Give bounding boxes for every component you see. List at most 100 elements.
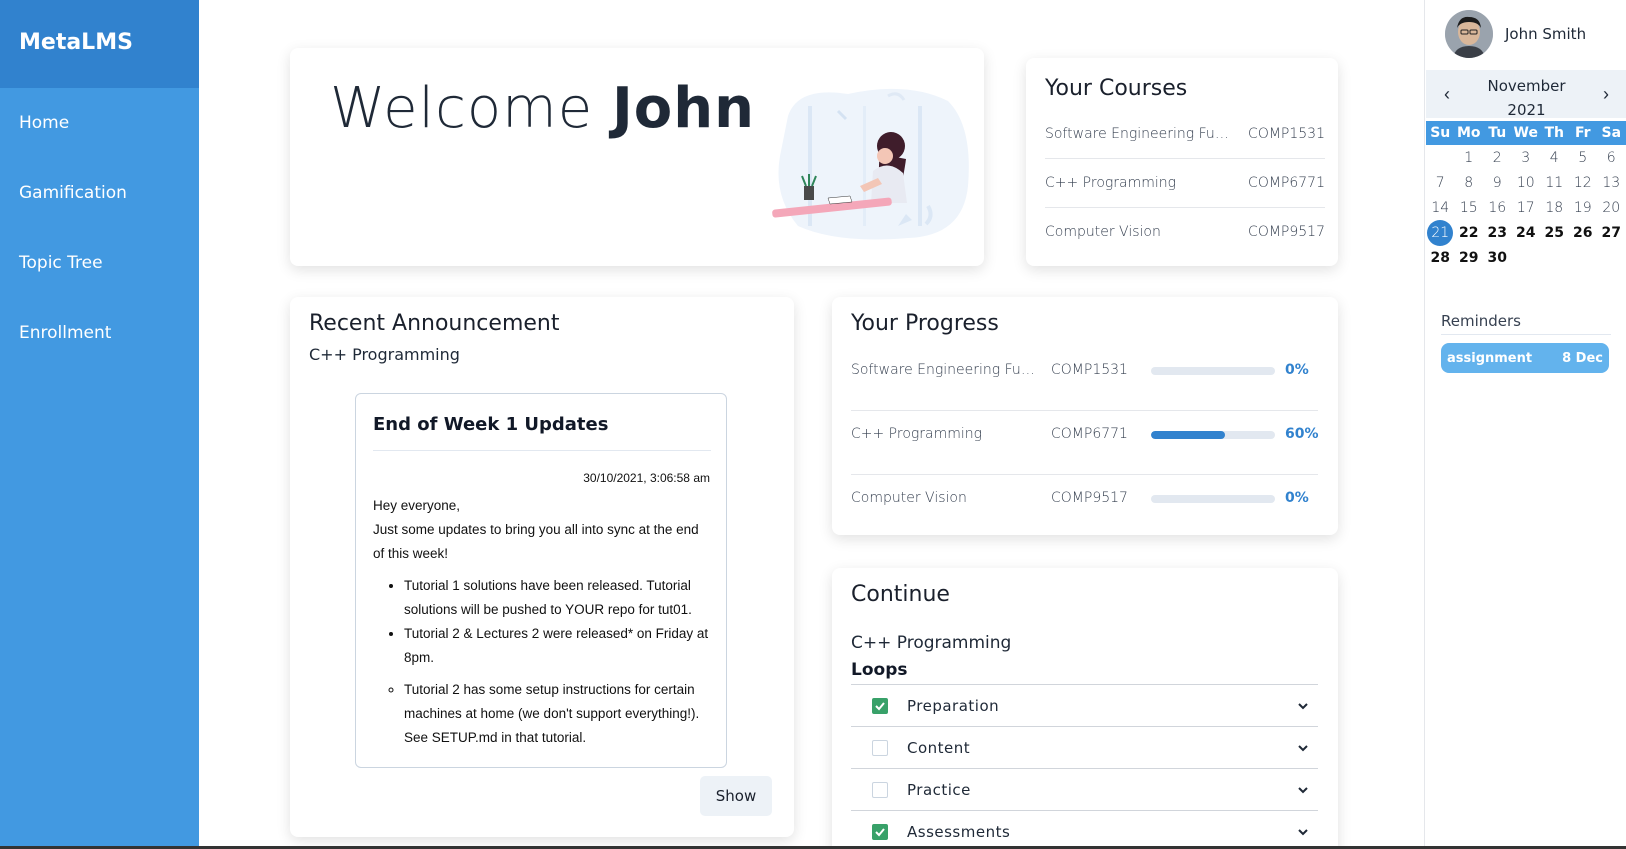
right-panel: John Smith ‹ November 2021 › Su Mo Tu We Th F… <box>1424 0 1626 849</box>
accordion-item-assessments[interactable]: Assessments <box>851 810 1318 849</box>
course-code: COMP1531 <box>1248 126 1325 142</box>
progress-row[interactable]: Software Engineering Fundamentals COMP15… <box>851 347 1318 411</box>
welcome-card: Welcome John <box>290 48 984 266</box>
list-item: Tutorial 2 & Lectures 2 were released* o… <box>404 622 713 670</box>
list-item: Tutorial 1 solutions have been released.… <box>404 574 713 622</box>
progress-percent: 0% <box>1285 490 1309 506</box>
calendar-weekday-we: We <box>1513 125 1538 141</box>
course-row[interactable]: Computer Vision COMP9517 <box>1045 208 1325 257</box>
course-name: Software Engineering Fundamentals <box>1045 126 1237 142</box>
accordion-label: Preparation <box>907 697 1000 715</box>
calendar-day[interactable]: 13 <box>1597 170 1626 196</box>
accordion-label: Assessments <box>907 823 1011 841</box>
progress-percent: 0% <box>1285 362 1309 378</box>
calendar-day[interactable]: 16 <box>1483 195 1512 221</box>
calendar-day[interactable]: 28 <box>1426 245 1455 271</box>
calendar-day[interactable]: 5 <box>1569 145 1598 171</box>
calendar-day[interactable]: 4 <box>1540 145 1569 171</box>
calendar-day[interactable]: 8 <box>1455 170 1484 196</box>
course-name: C++ Programming <box>1045 175 1177 191</box>
reminder-item[interactable]: assignment 8 Dec <box>1441 343 1609 373</box>
calendar-day[interactable]: 7 <box>1426 170 1455 196</box>
accordion-item-content[interactable]: Content <box>851 726 1318 768</box>
progress-bar <box>1151 367 1275 375</box>
calendar-day[interactable]: 6 <box>1597 145 1626 171</box>
reminder-label: assignment <box>1447 351 1533 366</box>
calendar-day[interactable]: 9 <box>1483 170 1512 196</box>
course-code: COMP9517 <box>1248 224 1325 240</box>
studying-illustration <box>772 88 969 240</box>
your-progress-title: Your Progress <box>851 311 999 336</box>
calendar-day[interactable]: 24 <box>1512 220 1541 246</box>
progress-row[interactable]: Computer Vision COMP9517 0% <box>851 475 1318 539</box>
user-name: John Smith <box>1505 25 1587 43</box>
calendar-day[interactable]: 27 <box>1597 220 1626 246</box>
calendar-day[interactable]: 2 <box>1483 145 1512 171</box>
calendar-next-button[interactable]: › <box>1603 84 1609 105</box>
completion-checkbox[interactable] <box>872 740 888 756</box>
show-button[interactable]: Show <box>700 776 772 816</box>
calendar-day[interactable]: 17 <box>1512 195 1541 221</box>
continue-card: Continue C++ Programming Loops Preparati… <box>832 568 1338 849</box>
calendar-day[interactable]: 3 <box>1512 145 1541 171</box>
continue-course: C++ Programming <box>851 633 1012 653</box>
completion-checkbox[interactable] <box>872 824 888 840</box>
calendar-day[interactable]: 29 <box>1455 245 1484 271</box>
calendar-weekday-fr: Fr <box>1574 125 1591 141</box>
calendar-weekday-sa: Sa <box>1601 125 1622 141</box>
divider <box>373 450 711 451</box>
calendar-weekday-tu: Tu <box>1488 125 1507 141</box>
calendar-weekday-su: Su <box>1430 125 1451 141</box>
announcement-course: C++ Programming <box>309 345 460 364</box>
recent-announcement-card: Recent Announcement C++ Programming End … <box>290 297 794 837</box>
calendar-day[interactable]: 22 <box>1455 220 1484 246</box>
calendar-day[interactable]: 15 <box>1455 195 1484 221</box>
calendar-day-today[interactable]: 21 <box>1426 220 1455 246</box>
progress-bar-fill <box>1151 431 1226 439</box>
accordion-item-preparation[interactable]: Preparation <box>851 684 1318 726</box>
course-code: COMP6771 <box>1248 175 1325 191</box>
recent-announcement-title: Recent Announcement <box>309 311 560 336</box>
announcement-date: 30/10/2021, 3:06:58 am <box>583 471 710 485</box>
calendar-day[interactable]: 30 <box>1483 245 1512 271</box>
app-root: MetaLMS Home Gamification Topic Tree Enr… <box>0 0 1626 849</box>
welcome-heading: Welcome John <box>330 76 755 141</box>
progress-bar <box>1151 431 1275 439</box>
calendar-day[interactable]: 14 <box>1426 195 1455 221</box>
course-row[interactable]: Software Engineering Fundamentals COMP15… <box>1045 110 1325 159</box>
calendar-day[interactable]: 12 <box>1569 170 1598 196</box>
calendar-day[interactable]: 26 <box>1569 220 1598 246</box>
calendar-day[interactable]: 18 <box>1540 195 1569 221</box>
announcement-intro: Just some updates to bring you all into … <box>373 522 699 561</box>
progress-row[interactable]: C++ Programming COMP6771 60% <box>851 411 1319 475</box>
sidebar-item-home[interactable]: Home <box>0 88 199 158</box>
completion-checkbox[interactable] <box>872 698 888 714</box>
calendar-day[interactable]: 20 <box>1597 195 1626 221</box>
avatar[interactable] <box>1445 10 1493 58</box>
reminder-date: 8 Dec <box>1562 351 1603 366</box>
your-courses-title: Your Courses <box>1045 76 1188 101</box>
accordion-label: Content <box>907 739 971 757</box>
calendar-day[interactable]: 10 <box>1512 170 1541 196</box>
progress-bar <box>1151 495 1275 503</box>
calendar-day[interactable]: 23 <box>1483 220 1512 246</box>
sidebar-item-topic-tree[interactable]: Topic Tree <box>0 228 199 298</box>
sidebar-item-enrollment[interactable]: Enrollment <box>0 298 199 368</box>
chevron-down-icon <box>1298 829 1308 836</box>
progress-percent: 60% <box>1285 426 1319 442</box>
announcement-body: Hey everyone, Just some updates to bring… <box>373 494 713 750</box>
calendar-day[interactable]: 1 <box>1455 145 1484 171</box>
your-courses-card: Your Courses Software Engineering Fundam… <box>1026 58 1338 266</box>
calendar-header: ‹ November 2021 › <box>1426 70 1626 119</box>
accordion-item-practice[interactable]: Practice <box>851 768 1318 810</box>
course-row[interactable]: C++ Programming COMP6771 <box>1045 159 1325 208</box>
calendar-weekday-th: Th <box>1544 125 1565 141</box>
sidebar-item-gamification[interactable]: Gamification <box>0 158 199 228</box>
progress-course-name: Software Engineering Fundamentals <box>851 362 1043 378</box>
calendar-day[interactable]: 11 <box>1540 170 1569 196</box>
progress-course-name: Computer Vision <box>851 490 967 506</box>
calendar-day[interactable]: 25 <box>1540 220 1569 246</box>
brand-logo[interactable]: MetaLMS <box>0 0 199 88</box>
completion-checkbox[interactable] <box>872 782 888 798</box>
calendar-day[interactable]: 19 <box>1569 195 1598 221</box>
